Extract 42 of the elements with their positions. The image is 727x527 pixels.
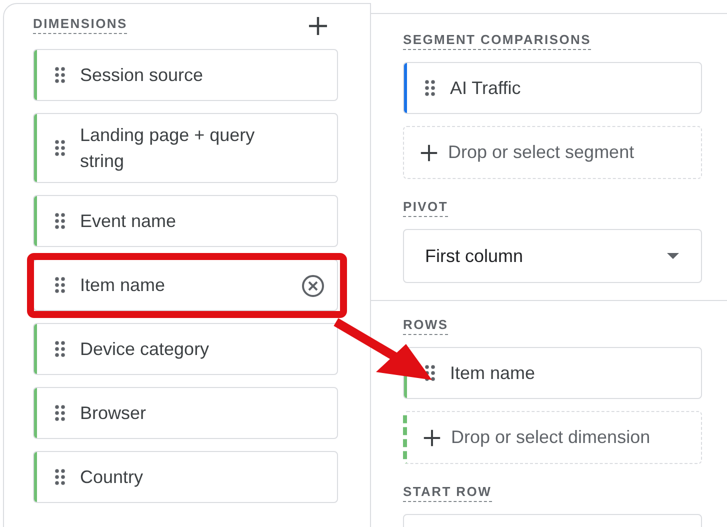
drop-zone[interactable]: Drop or select dimension [403,411,702,464]
drag-handle-icon[interactable] [55,277,65,293]
add-icon[interactable] [420,144,438,162]
dimension-chip[interactable]: Browser [33,387,338,439]
drag-handle-icon[interactable] [55,213,65,229]
chip-label: Item name [450,362,536,385]
dimension-chip[interactable]: Session source [33,49,338,101]
remove-icon[interactable] [301,274,325,298]
drag-handle-icon[interactable] [55,469,65,485]
drop-label: Drop or select segment [448,142,634,163]
pivot-dropdown[interactable]: First column [403,229,702,283]
caret-icon [667,253,679,259]
chip-label: Item name [80,274,166,297]
section-heading: ROWS [403,317,448,335]
chip-label: AI Traffic [450,77,521,100]
section-heading: START ROW [403,484,492,502]
add-icon[interactable] [308,16,328,36]
chip-label: Event name [80,210,176,233]
dimension-chip[interactable]: Event name [33,195,338,247]
drop-zone[interactable]: Drop or select segment [403,126,702,179]
drag-handle-icon[interactable] [425,365,435,381]
dimension-chip[interactable]: Item name [403,347,702,399]
drag-handle-icon[interactable] [55,140,65,156]
drag-handle-icon[interactable] [55,341,65,357]
chip-label: Session source [80,64,204,87]
chip-label: Country [80,466,144,489]
add-icon[interactable] [423,428,441,446]
section-heading: DIMENSIONS [33,16,128,34]
dimension-chip[interactable]: Country [33,451,338,503]
drag-handle-icon[interactable] [55,67,65,83]
dimension-chip[interactable]: AI Traffic [403,62,702,114]
dimension-chip[interactable]: Device category [33,323,338,375]
drop-label: Drop or select dimension [451,427,650,448]
dimension-chip[interactable]: Item name [33,259,338,311]
section-heading: PIVOT [403,199,448,217]
drag-handle-icon[interactable] [55,405,65,421]
chip-label: Browser [80,402,146,425]
dimension-chip[interactable]: Landing page + query string [33,113,338,183]
chip-label: Device category [80,338,210,361]
chip-label: Landing page + query string [80,124,256,173]
drag-handle-icon[interactable] [425,80,435,96]
section-heading: SEGMENT COMPARISONS [403,32,591,50]
